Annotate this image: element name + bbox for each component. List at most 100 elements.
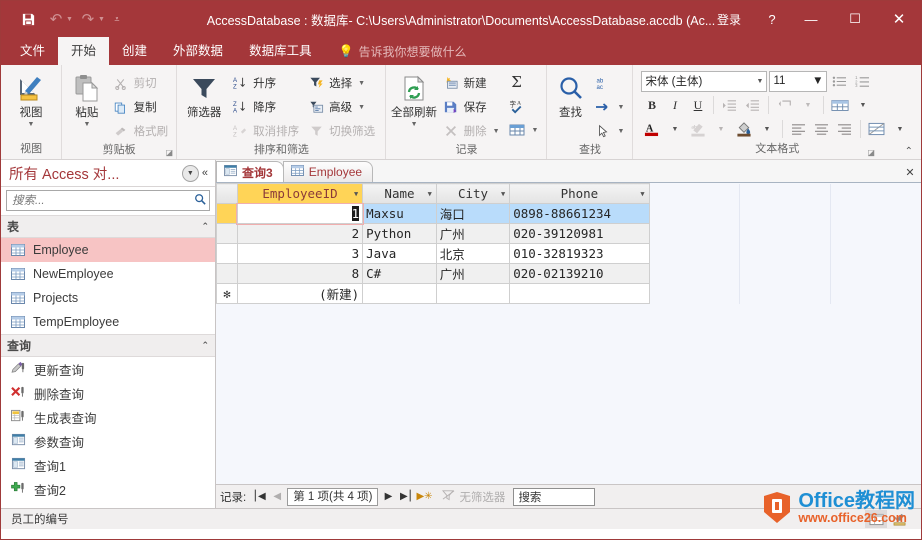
row-selector[interactable]	[216, 203, 238, 224]
collapse-ribbon-icon[interactable]: ⌃	[905, 146, 913, 157]
previous-record-button[interactable]: ◀	[269, 491, 285, 502]
record-search-box[interactable]: 搜索	[513, 487, 596, 506]
align-left-icon[interactable]	[788, 119, 809, 140]
decrease-indent-icon[interactable]	[742, 95, 763, 116]
goto-dropdown-icon[interactable]: ▼	[618, 104, 625, 111]
save-icon[interactable]	[15, 7, 41, 31]
cell-employeeid[interactable]: 1	[236, 202, 364, 225]
new-record-row[interactable]: ✻ (新建)	[216, 283, 921, 304]
font-color-button[interactable]: A	[641, 119, 662, 140]
spelling-button[interactable]: 字A	[504, 94, 543, 118]
datasheet-view-icon[interactable]	[865, 510, 887, 528]
alternate-fill-dropdown-icon[interactable]: ▼	[889, 119, 910, 140]
cell-new-name[interactable]	[362, 283, 437, 304]
underline-button[interactable]: U	[687, 95, 708, 116]
cell-employeeid[interactable]: 2	[236, 223, 364, 244]
tab-create[interactable]: 创建	[109, 37, 160, 65]
cell-employeeid[interactable]: 8	[236, 263, 364, 284]
search-input[interactable]	[10, 193, 194, 208]
minimize-button[interactable]: —	[789, 1, 833, 37]
gridlines-dropdown-icon[interactable]: ▼	[852, 95, 873, 116]
sidebar-item-update-query[interactable]: 更新查询	[1, 357, 215, 381]
cell-name[interactable]: Java	[362, 243, 437, 264]
redo-dropdown-icon[interactable]: ▼	[98, 16, 105, 23]
design-view-icon[interactable]	[889, 510, 911, 528]
fill-color-button[interactable]	[733, 119, 754, 140]
undo-dropdown-icon[interactable]: ▼	[66, 16, 73, 23]
paste-button[interactable]: 粘贴 ▼	[66, 69, 108, 129]
row-selector[interactable]	[216, 243, 238, 264]
cell-name[interactable]: Maxsu	[362, 203, 437, 224]
cell-phone[interactable]: 010-32819323	[509, 243, 650, 264]
last-record-button[interactable]: ▶⎮	[398, 491, 414, 502]
cell-new-city[interactable]	[435, 283, 511, 304]
chevron-down-icon[interactable]: ▼	[640, 190, 644, 198]
tab-home[interactable]: 开始	[58, 37, 110, 65]
sign-in-button[interactable]: 登录	[703, 11, 755, 28]
filter-button[interactable]: 筛选器	[181, 69, 227, 120]
nav-group-header-tables[interactable]: 表 ⌃	[1, 215, 215, 238]
chevron-down-icon[interactable]: ▼	[501, 190, 505, 198]
cell-city[interactable]: 海口	[435, 203, 511, 224]
totals-button[interactable]: Σ	[504, 70, 543, 94]
cell-name[interactable]: Python	[362, 223, 437, 244]
select-all-corner[interactable]	[216, 183, 238, 204]
nav-group-header-queries[interactable]: 查询 ⌃	[1, 334, 215, 357]
column-header-employeeid[interactable]: EmployeeID ▼	[236, 183, 364, 204]
font-size-combo[interactable]: 11 ▼	[769, 70, 828, 92]
tab-file[interactable]: 文件	[7, 37, 58, 65]
selection-dropdown-icon[interactable]: ▼	[358, 80, 365, 87]
clipboard-dialog-launcher-icon[interactable]: ◪	[166, 148, 174, 157]
save-record-button[interactable]: 保存	[438, 95, 504, 119]
table-row[interactable]: 3 Java 北京 010-32819323	[216, 243, 921, 264]
rtl-paragraph-icon[interactable]	[774, 95, 795, 116]
highlight-color-icon[interactable]: ab	[687, 119, 708, 140]
first-record-button[interactable]: ⎮◀	[251, 491, 267, 502]
sidebar-item-newemployee[interactable]: NewEmployee	[1, 262, 215, 286]
cell-city[interactable]: 广州	[435, 263, 511, 284]
fill-color-dropdown-icon[interactable]: ▼	[756, 119, 777, 140]
align-center-icon[interactable]	[811, 119, 832, 140]
font-color-dropdown-icon[interactable]: ▼	[664, 119, 685, 140]
chevron-down-icon[interactable]: ▼	[354, 190, 358, 198]
view-button[interactable]: 视图 ▼	[5, 69, 57, 129]
sidebar-item-employee[interactable]: Employee	[1, 238, 215, 262]
sidebar-item-maketable-query[interactable]: 生成表查询	[1, 405, 215, 429]
more-records-button[interactable]: ▼	[504, 118, 543, 142]
refresh-all-button[interactable]: 全部刷新 ▼	[390, 69, 437, 129]
new-record-button[interactable]: 新建	[438, 71, 504, 95]
cell-name[interactable]: C#	[362, 263, 437, 284]
cell-phone[interactable]: 020-02139210	[509, 263, 650, 284]
select-dropdown-icon[interactable]: ▼	[618, 128, 625, 135]
sidebar-item-projects[interactable]: Projects	[1, 286, 215, 310]
gridlines-icon[interactable]	[829, 95, 850, 116]
chevron-down-icon[interactable]: ▼	[428, 190, 432, 198]
bullets-icon[interactable]	[829, 71, 850, 92]
row-selector[interactable]	[216, 263, 238, 284]
sidebar-item-parameter-query[interactable]: 参数查询	[1, 429, 215, 453]
sidebar-item-delete-query[interactable]: 删除查询	[1, 381, 215, 405]
close-document-icon[interactable]: ✕	[899, 162, 921, 182]
font-name-combo[interactable]: 宋体 (主体) ▼	[641, 70, 768, 92]
find-button[interactable]: 查找	[551, 69, 589, 120]
select-button[interactable]: ▼	[590, 119, 629, 143]
customize-qat-icon[interactable]: ⩡	[107, 7, 127, 31]
table-row[interactable]: 2 Python 广州 020-39120981	[216, 223, 921, 244]
column-header-phone[interactable]: Phone ▼	[509, 183, 650, 204]
refresh-all-dropdown-icon[interactable]: ▼	[411, 121, 418, 129]
align-right-icon[interactable]	[834, 119, 855, 140]
table-row[interactable]: 1 Maxsu 海口 0898-88661234	[216, 202, 921, 225]
next-record-button[interactable]: ▶	[380, 491, 396, 502]
selection-button[interactable]: 选择 ▼	[303, 71, 379, 95]
sort-descending-button[interactable]: ZA 降序	[227, 95, 303, 119]
increase-indent-icon[interactable]	[719, 95, 740, 116]
paste-dropdown-icon[interactable]: ▼	[83, 121, 90, 129]
doc-tab-employee[interactable]: Employee	[282, 161, 374, 182]
close-button[interactable]: ✕	[877, 1, 921, 37]
tab-database-tools[interactable]: 数据库工具	[236, 37, 325, 65]
navigation-search-box[interactable]	[6, 190, 210, 211]
font-size-dropdown-icon[interactable]: ▼	[812, 75, 823, 87]
cell-city[interactable]: 北京	[435, 243, 511, 264]
alternate-fill-button[interactable]	[866, 119, 887, 140]
collapse-navigation-pane-icon[interactable]: «	[199, 167, 211, 179]
